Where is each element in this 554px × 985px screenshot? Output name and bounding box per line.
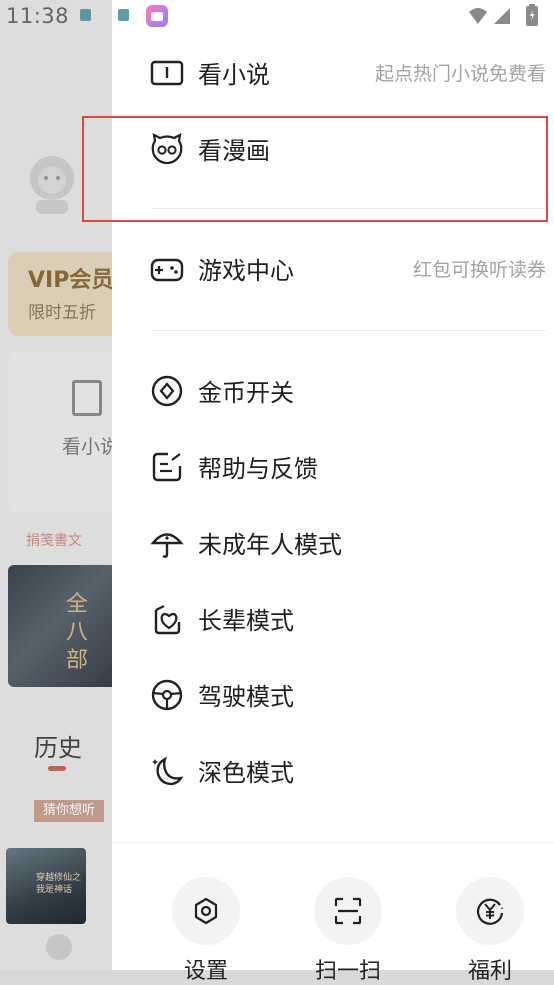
steering-wheel-icon xyxy=(151,679,183,711)
drawer-status-bar xyxy=(112,0,554,32)
settings-label: 设置 xyxy=(183,959,228,984)
divider xyxy=(152,330,546,331)
menu-item-label: 帮助与反馈 xyxy=(198,455,318,483)
menu-item-label: 金币开关 xyxy=(198,379,294,407)
scan-label: 扫一扫 xyxy=(314,959,381,984)
moon-icon xyxy=(152,756,184,786)
scan-circle xyxy=(314,877,382,945)
elder-heart-icon xyxy=(154,605,181,635)
menu-item-label: 游戏中心 xyxy=(198,257,294,285)
wifi-icon xyxy=(469,8,487,24)
menu-item-help-feedback[interactable]: 帮助与反馈 xyxy=(112,436,554,496)
menu-item-driving-mode[interactable]: 驾驶模式 xyxy=(112,664,554,724)
welfare-button[interactable]: 福利 xyxy=(454,873,526,984)
menu-item-subtitle: 起点热门小说免费看 xyxy=(374,63,546,85)
menu-item-label: 看小说 xyxy=(198,61,270,89)
menu-item-game-center[interactable]: 游戏中心 红包可换听读券 xyxy=(112,238,554,298)
menu-item-label: 未成年人模式 xyxy=(198,531,342,559)
welfare-label: 福利 xyxy=(467,959,512,984)
gear-icon xyxy=(194,897,218,925)
yen-coin-icon xyxy=(476,898,504,925)
scan-button[interactable]: 扫一扫 xyxy=(312,873,384,984)
highlight-box xyxy=(82,116,548,222)
book-icon xyxy=(150,60,184,86)
umbrella-icon xyxy=(150,533,184,558)
feedback-icon xyxy=(152,452,182,482)
menu-item-novel[interactable]: 看小说 起点热门小说免费看 xyxy=(112,42,554,102)
battery-icon xyxy=(526,4,538,26)
gamepad-icon xyxy=(150,258,184,282)
menu-item-dark-mode[interactable]: 深色模式 xyxy=(112,740,554,800)
menu-item-elder-mode[interactable]: 长辈模式 xyxy=(112,588,554,648)
drawer-bottom-bar: 设置 扫一扫 福利 xyxy=(112,842,554,984)
welfare-circle xyxy=(456,877,524,945)
menu-item-subtitle: 红包可换听读券 xyxy=(412,259,546,281)
notification-icon xyxy=(118,9,129,21)
app-badge-icon xyxy=(146,5,168,27)
menu-item-label: 驾驶模式 xyxy=(198,683,294,711)
menu-item-minor-mode[interactable]: 未成年人模式 xyxy=(112,512,554,572)
menu-item-label: 深色模式 xyxy=(198,759,294,787)
signal-icon xyxy=(494,8,510,24)
scan-icon xyxy=(334,897,362,925)
settings-button[interactable]: 设置 xyxy=(170,873,242,984)
menu-item-label: 长辈模式 xyxy=(198,607,294,635)
coin-icon xyxy=(151,375,183,407)
settings-circle xyxy=(172,877,240,945)
menu-item-coin-switch[interactable]: 金币开关 xyxy=(112,360,554,420)
